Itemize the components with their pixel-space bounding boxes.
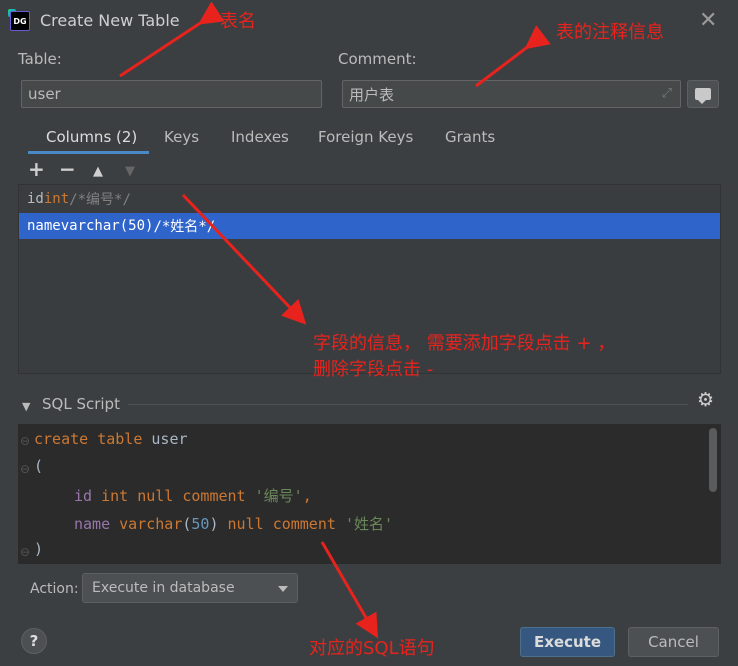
tab-keys[interactable]: Keys [164,128,199,146]
sql-line-5: ) [34,540,44,558]
fold-icon[interactable]: ⊖ [20,434,30,448]
comment-label: Comment: [338,50,417,68]
comment-bubble-icon [695,88,711,104]
tab-columns[interactable]: Columns (2) [46,128,137,146]
add-column-button[interactable]: + [28,159,45,179]
tab-grants[interactable]: Grants [445,128,495,146]
column-row-selected[interactable]: name varchar(50) /*姓名*/ [19,213,720,239]
tab-foreign-keys[interactable]: Foreign Keys [318,128,413,146]
table-label: Table: [18,50,62,68]
execute-button[interactable]: Execute [520,627,615,657]
column-name: name [27,218,61,234]
annotation-sql-statement: 对应的SQL语句 [309,638,435,659]
sql-line-2: ( [34,457,44,475]
comment-value: 用户表 [349,85,395,104]
section-divider [128,404,688,405]
collapse-arrow-icon[interactable]: ▼ [22,400,30,413]
columns-toolbar [18,155,721,185]
sql-line-4: name varchar(50) null comment '姓名' [74,515,393,533]
editor-scrollbar[interactable] [709,428,717,492]
annotation-comment-info: 表的注释信息 [556,22,664,43]
comment-input[interactable]: 用户表 ⤢ [342,80,681,108]
move-up-button[interactable]: ▲ [93,162,103,182]
column-type: varchar(50) [60,218,154,234]
fold-icon[interactable]: ⊖ [20,462,30,476]
column-name: id [27,191,44,207]
annotation-columns-line2: 删除字段点击 - [313,359,434,380]
chevron-down-icon [278,586,288,592]
remove-column-button[interactable]: − [59,159,76,179]
comment-editor-button[interactable] [687,80,719,108]
tab-indexes[interactable]: Indexes [231,128,289,146]
table-name-value: user [28,85,61,103]
cancel-button[interactable]: Cancel [628,627,719,657]
sql-script-title: SQL Script [42,395,120,413]
gear-icon[interactable]: ⚙ [697,389,714,411]
active-tab-indicator [28,151,149,154]
help-button[interactable]: ? [21,628,47,654]
annotation-columns-line1: 字段的信息， 需要添加字段点击 + ， [313,333,616,354]
close-icon[interactable]: ✕ [699,8,717,33]
sql-line-3: id int null comment '编号', [74,487,312,505]
column-comment: /*编号*/ [69,192,131,208]
expand-icon[interactable]: ⤢ [662,86,672,101]
sql-line-1: create table user [34,430,188,448]
app-logo-icon: DG [8,9,30,31]
move-down-button[interactable]: ▼ [125,162,135,182]
action-label: Action: [30,581,79,597]
window-title: Create New Table [40,11,180,30]
table-name-input[interactable]: user [21,80,322,108]
annotation-table-name: 表名 [220,11,256,32]
action-select[interactable]: Execute in database [82,573,298,603]
column-comment: /*姓名*/ [153,219,216,235]
action-select-value: Execute in database [92,580,235,596]
column-type: int [43,191,70,207]
fold-icon[interactable]: ⊖ [20,545,30,559]
column-row[interactable]: id int /*编号*/ [19,186,720,212]
